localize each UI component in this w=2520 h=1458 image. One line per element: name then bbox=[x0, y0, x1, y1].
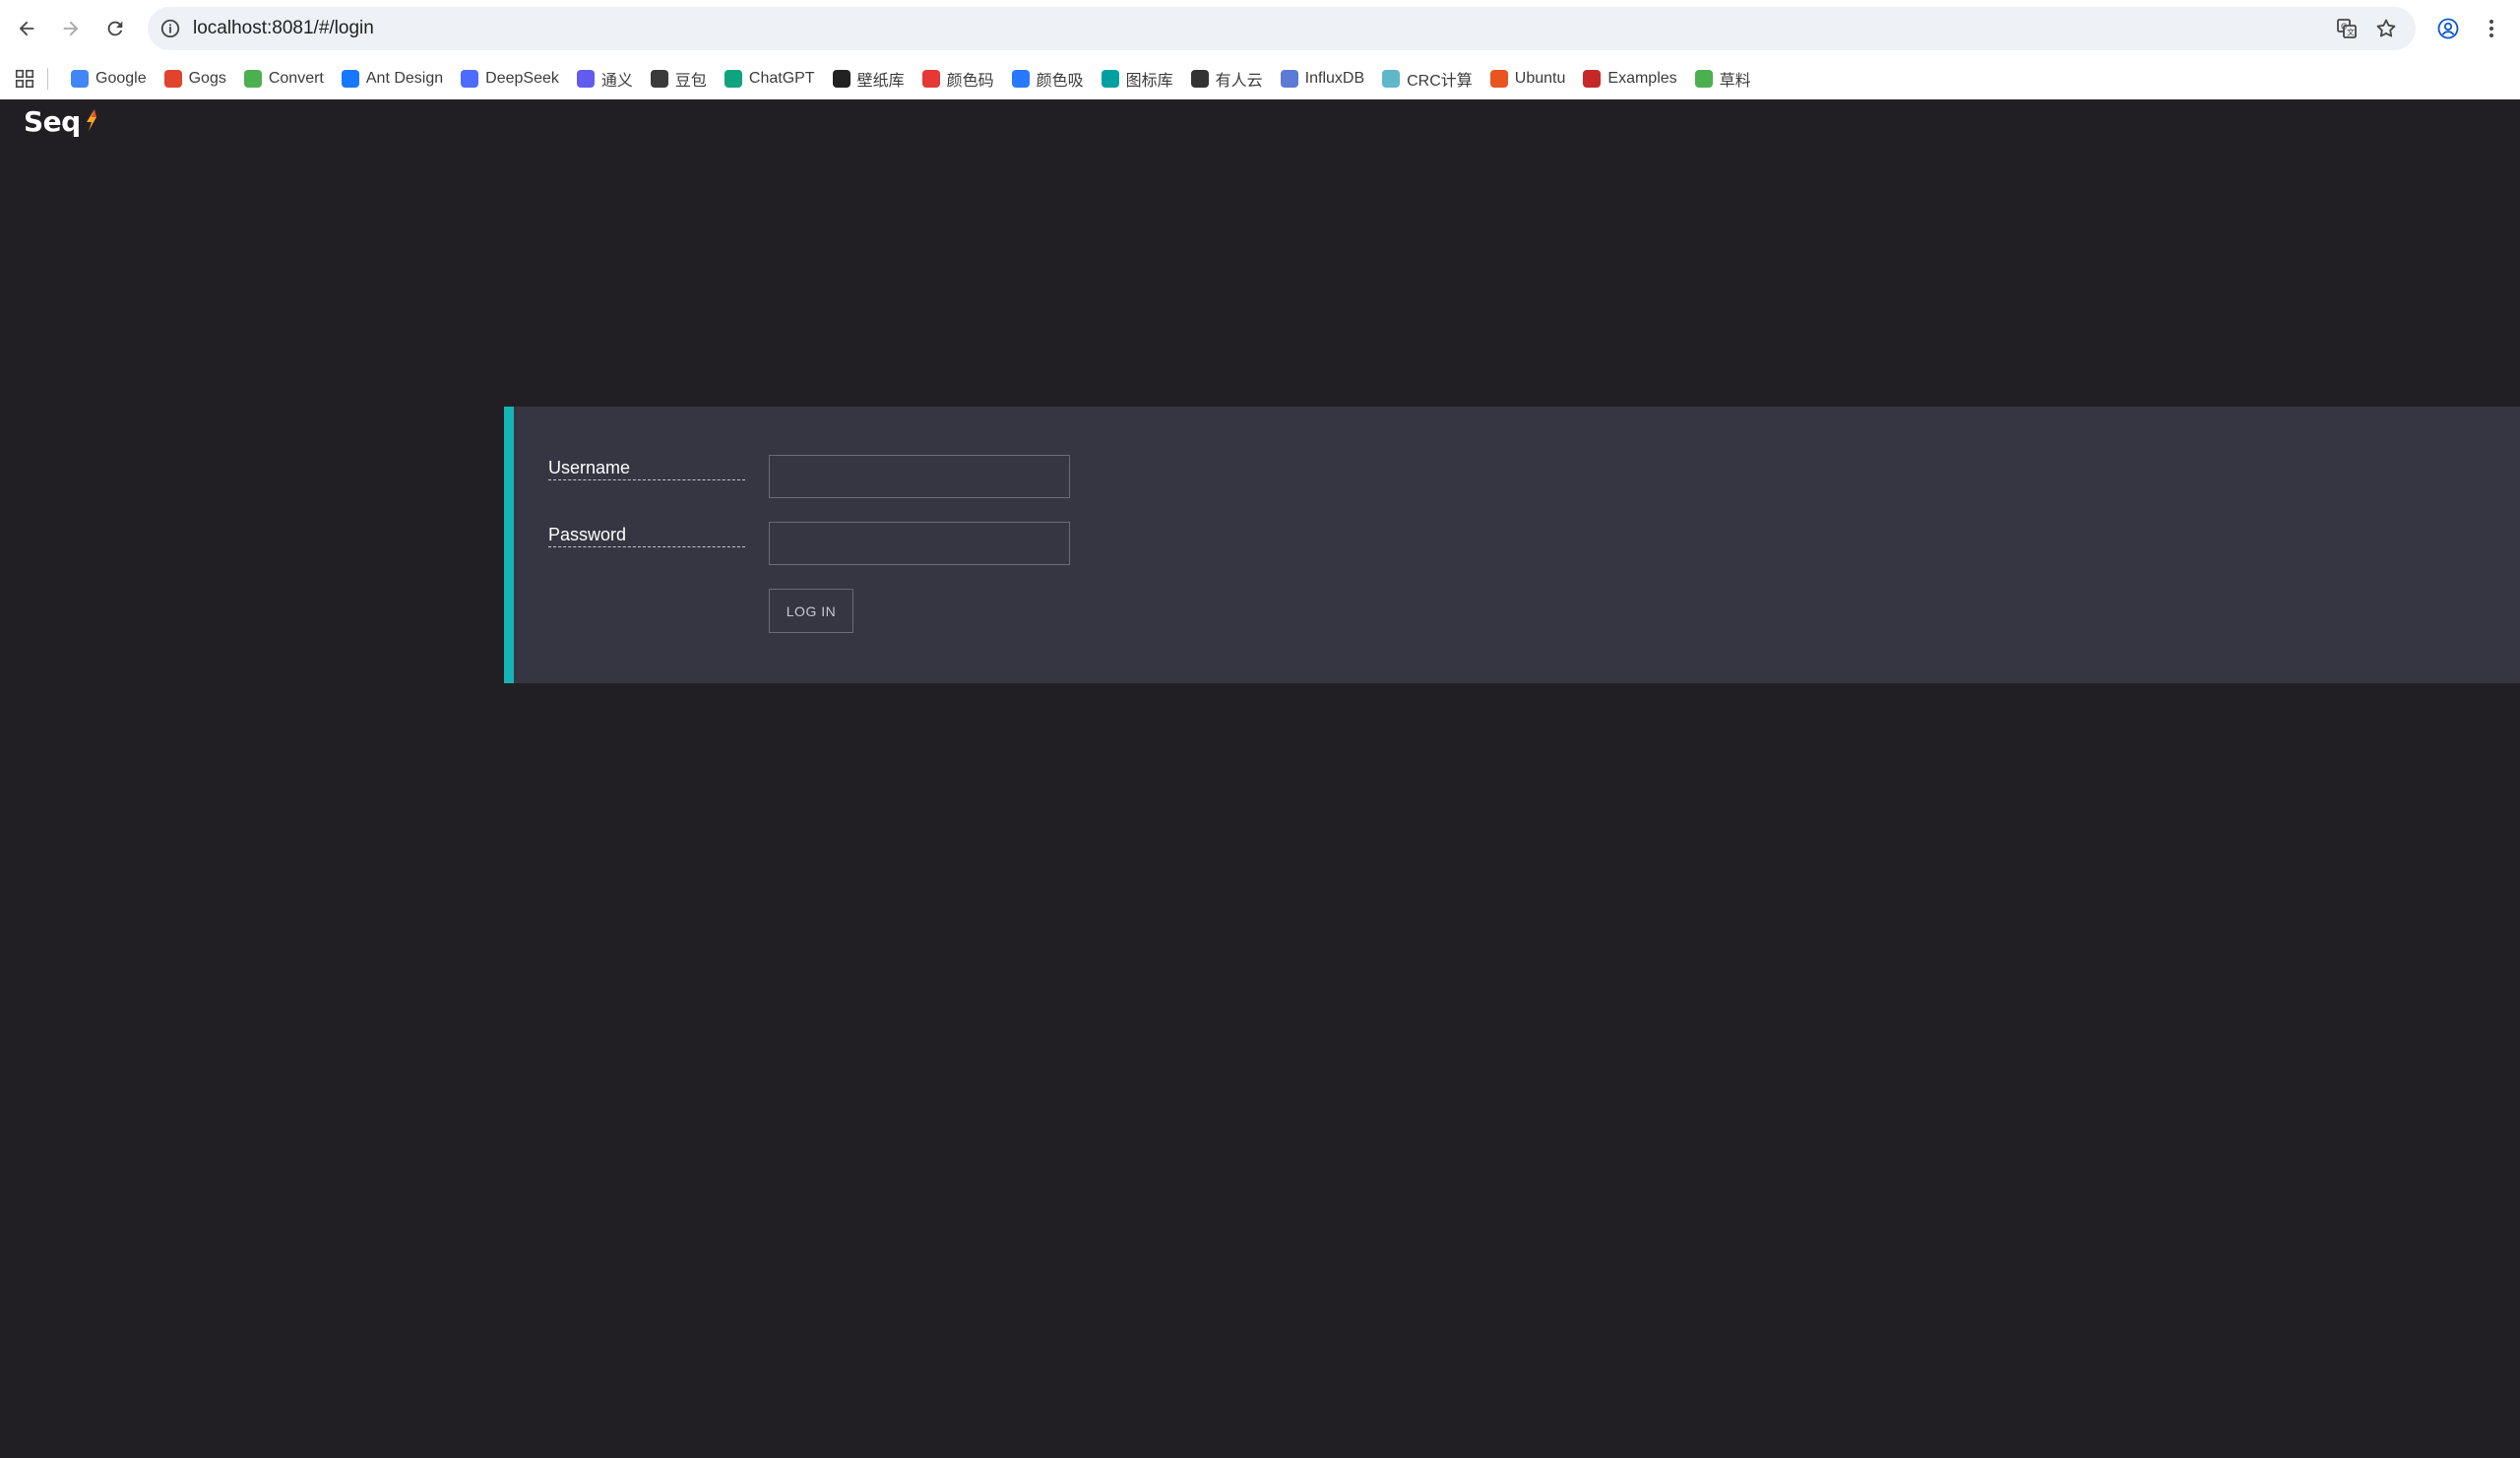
ubuntu-icon bbox=[1489, 69, 1508, 88]
bookmark-label: Google bbox=[95, 69, 147, 87]
bookmark-label: Examples bbox=[1607, 69, 1677, 87]
bookmark-item[interactable]: 豆包 bbox=[642, 63, 716, 95]
examples-icon bbox=[1583, 69, 1602, 88]
apps-grid-icon[interactable] bbox=[14, 68, 35, 90]
username-label: Username bbox=[548, 458, 745, 480]
iconfont-icon bbox=[1101, 69, 1119, 88]
bookmark-label: 豆包 bbox=[674, 72, 707, 90]
seq-flame-icon bbox=[86, 109, 96, 131]
arrow-left-icon bbox=[19, 21, 34, 36]
bookmark-label: ChatGPT bbox=[748, 69, 815, 87]
bookmark-label: Ant Design bbox=[365, 69, 444, 87]
chatgpt-icon bbox=[724, 69, 742, 88]
bookmark-list: Google Gogs Convert Ant Design DeepSeek 通义 豆包 C… bbox=[62, 63, 1760, 95]
seq-page: Seq Username Password LOG IN bbox=[0, 99, 2520, 1458]
bookmark-item[interactable]: DeepSeek bbox=[452, 63, 568, 95]
youren-cloud-icon bbox=[1190, 69, 1209, 88]
convert-icon bbox=[243, 69, 262, 88]
password-label: Password bbox=[548, 525, 745, 547]
bookmark-label: Convert bbox=[268, 69, 324, 87]
bookmark-label: Gogs bbox=[188, 69, 226, 87]
reload-icon bbox=[107, 21, 123, 36]
doubao-icon bbox=[650, 69, 668, 88]
bookmark-item[interactable]: 颜色码 bbox=[914, 63, 1003, 95]
bookmark-label: DeepSeek bbox=[485, 69, 559, 87]
bookmark-item[interactable]: Ant Design bbox=[333, 63, 452, 95]
gogs-icon bbox=[163, 69, 182, 88]
url-text[interactable]: localhost:8081/#/login bbox=[193, 7, 374, 50]
bookmark-label: Ubuntu bbox=[1514, 69, 1566, 87]
password-input[interactable] bbox=[769, 522, 1070, 565]
bookmark-label: 有人云 bbox=[1215, 72, 1263, 90]
arrow-right-icon bbox=[63, 21, 79, 36]
bookmark-item[interactable]: Gogs bbox=[156, 63, 235, 95]
bookmark-item[interactable]: 图标库 bbox=[1093, 63, 1182, 95]
bookmark-label: 图标库 bbox=[1125, 72, 1173, 90]
deepseek-icon bbox=[461, 69, 479, 88]
bookmark-label: 颜色吸 bbox=[1036, 72, 1084, 90]
login-button[interactable]: LOG IN bbox=[769, 589, 853, 633]
browser-toolbar: localhost:8081/#/login G 文 bbox=[0, 0, 2520, 57]
svg-text:文: 文 bbox=[2347, 28, 2355, 37]
bookmark-item[interactable]: Google bbox=[62, 63, 156, 95]
browser-chrome: localhost:8081/#/login G 文 Google Gogs C… bbox=[0, 0, 2520, 99]
bookmark-label: 草料 bbox=[1719, 72, 1751, 90]
bookmark-label: CRC计算 bbox=[1407, 72, 1473, 90]
crc-icon bbox=[1382, 69, 1401, 88]
color-picker-icon bbox=[1011, 69, 1030, 88]
google-icon bbox=[71, 69, 89, 88]
bookmark-item[interactable]: 草料 bbox=[1686, 63, 1760, 95]
bookmark-star-icon[interactable] bbox=[2374, 17, 2398, 40]
login-panel: Username Password LOG IN bbox=[504, 407, 2520, 683]
bookmark-label: InfluxDB bbox=[1304, 69, 1365, 87]
profile-icon bbox=[2437, 18, 2459, 39]
bookmark-item[interactable]: 通义 bbox=[568, 63, 642, 95]
bookmark-label: 壁纸库 bbox=[856, 72, 905, 90]
translate-icon[interactable]: G 文 bbox=[2335, 17, 2359, 40]
wallpaper-icon bbox=[832, 69, 850, 88]
reload-button[interactable] bbox=[97, 11, 133, 46]
color-code-icon bbox=[921, 69, 940, 88]
bookmark-item[interactable]: ChatGPT bbox=[716, 63, 824, 95]
address-bar[interactable]: localhost:8081/#/login G 文 bbox=[148, 7, 2416, 50]
back-button[interactable] bbox=[9, 11, 44, 46]
username-input[interactable] bbox=[769, 455, 1070, 498]
bookmark-item[interactable]: Ubuntu bbox=[1481, 63, 1575, 95]
bookmark-item[interactable]: 颜色吸 bbox=[1003, 63, 1093, 95]
bookmark-item[interactable]: Examples bbox=[1574, 63, 1685, 95]
ant-design-icon bbox=[341, 69, 359, 88]
browser-menu-button[interactable] bbox=[2477, 14, 2506, 43]
bookmark-item[interactable]: InfluxDB bbox=[1272, 63, 1373, 95]
logo-text: Seq bbox=[24, 105, 81, 138]
bookmark-item[interactable]: Convert bbox=[235, 63, 333, 95]
profile-button[interactable] bbox=[2433, 14, 2463, 43]
more-vertical-icon bbox=[2489, 20, 2493, 37]
bookmark-label: 颜色码 bbox=[946, 72, 994, 90]
site-info-icon[interactable] bbox=[159, 18, 181, 39]
bookmark-label: 通义 bbox=[600, 72, 633, 90]
qrcode-icon bbox=[1694, 69, 1713, 88]
bookmark-item[interactable]: CRC计算 bbox=[1373, 63, 1481, 95]
influxdb-icon bbox=[1280, 69, 1298, 88]
forward-button[interactable] bbox=[53, 11, 89, 46]
bookmarks-divider bbox=[47, 67, 48, 90]
seq-logo[interactable]: Seq bbox=[24, 105, 98, 138]
bookmarks-bar: Google Gogs Convert Ant Design DeepSeek 通义 豆包 C… bbox=[0, 57, 2520, 99]
tongyi-icon bbox=[576, 69, 595, 88]
bookmark-item[interactable]: 壁纸库 bbox=[824, 63, 914, 95]
bookmark-item[interactable]: 有人云 bbox=[1182, 63, 1272, 95]
